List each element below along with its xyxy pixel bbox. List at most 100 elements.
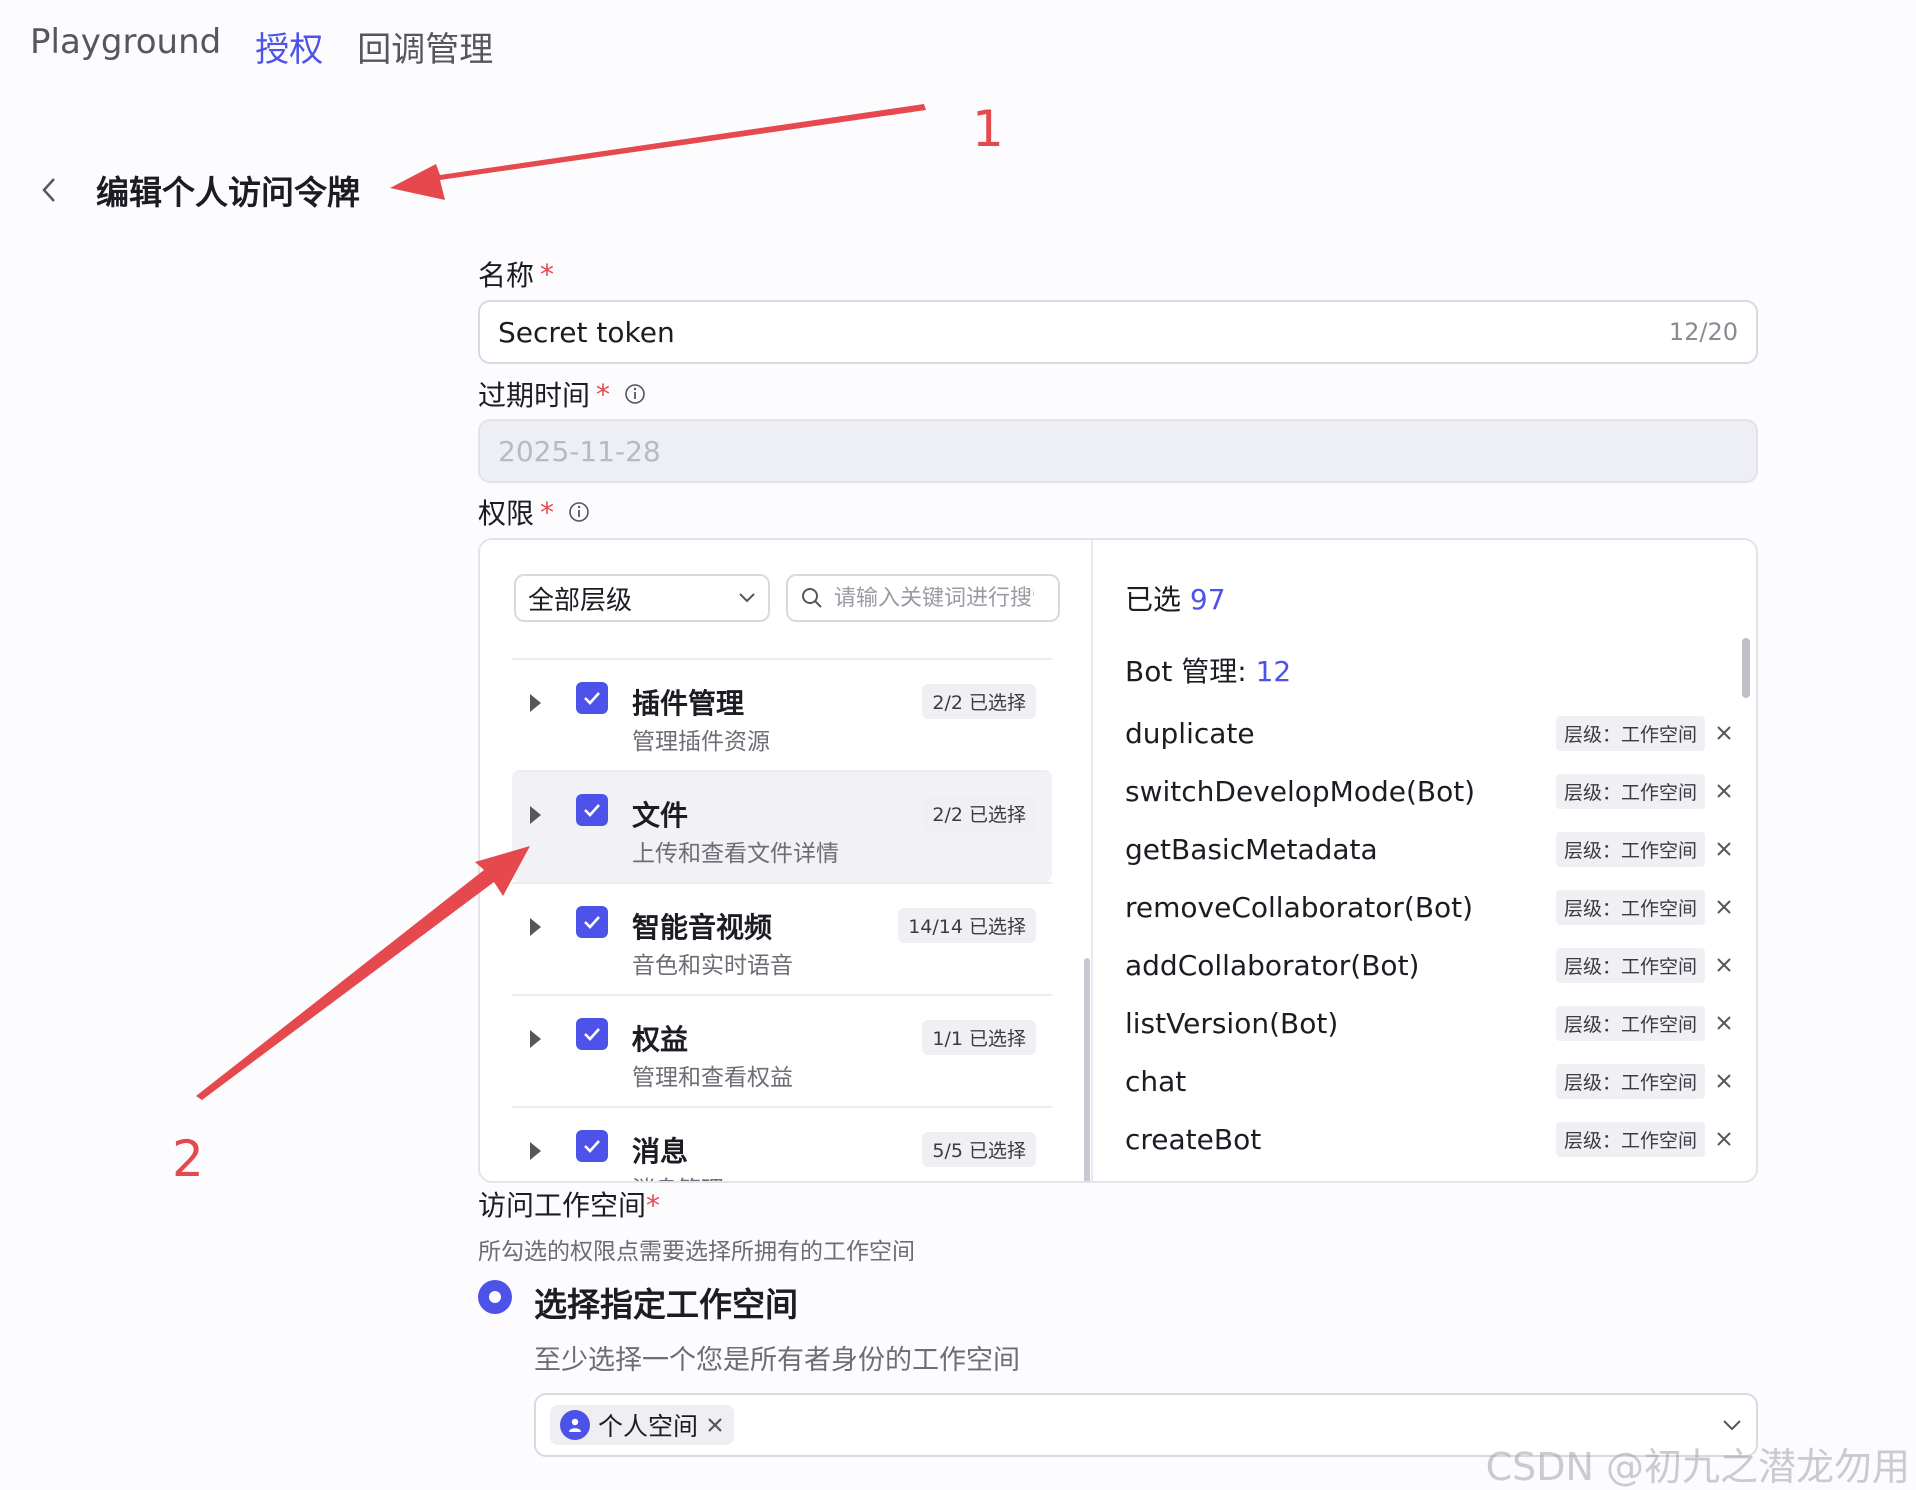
nav-tab-authorization[interactable]: 授权 (255, 22, 323, 71)
selected-permission-row: chat 层级：工作空间 (1125, 1052, 1735, 1110)
tree-item-desc: 消息管理 (632, 1170, 724, 1181)
level-tag: 层级：工作空间 (1555, 773, 1705, 809)
tree-item-desc: 音色和实时语音 (632, 953, 793, 979)
tree-item-title: 文件 (632, 799, 689, 832)
expand-caret-icon[interactable] (530, 918, 541, 936)
level-tag: 层级：工作空间 (1555, 1063, 1705, 1099)
selection-count-badge: 14/14 已选择 (898, 908, 1036, 943)
selection-count-badge: 1/1 已选择 (922, 1020, 1036, 1055)
tree-item-benefits[interactable]: 权益 管理和查看权益 1/1 已选择 (512, 994, 1052, 1106)
workspace-chip: 个人空间 (550, 1405, 735, 1445)
tree-item-desc: 上传和查看文件详情 (632, 841, 839, 867)
checkbox-checked[interactable] (576, 1130, 608, 1162)
permission-name: getBasicMetadata (1125, 832, 1378, 866)
tree-item-messages[interactable]: 消息 消息管理 5/5 已选择 (512, 1106, 1052, 1181)
level-select-value: 全部层级 (528, 585, 633, 616)
info-icon[interactable] (568, 501, 590, 523)
radio-option-help: 至少选择一个您是所有者身份的工作空间 (534, 1345, 1020, 1376)
selected-permission-row: listVersion(Bot) 层级：工作空间 (1125, 994, 1735, 1052)
permission-name: createBot (1125, 1122, 1262, 1156)
remove-permission-close-icon[interactable] (1713, 780, 1735, 802)
chevron-down-icon[interactable] (1722, 1418, 1742, 1432)
required-mark: * (646, 1189, 661, 1222)
workspace-help: 所勾选的权限点需要选择所拥有的工作空间 (478, 1239, 915, 1265)
selected-permission-row: addCollaborator(Bot) 层级：工作空间 (1125, 936, 1735, 994)
permissions-label: 权限 * (478, 492, 590, 532)
level-select[interactable]: 全部层级 (514, 574, 770, 622)
remove-permission-close-icon[interactable] (1713, 954, 1735, 976)
checkbox-checked[interactable] (576, 1018, 608, 1050)
nav-tab-playground[interactable]: Playground (30, 22, 221, 71)
permission-name: duplicate (1125, 716, 1255, 750)
annotation-number-1: 1 (972, 100, 1004, 158)
level-tag: 层级：工作空间 (1555, 1121, 1705, 1157)
info-icon[interactable] (624, 383, 646, 405)
page-title: 编辑个人访问令牌 (96, 173, 360, 212)
user-avatar-icon (560, 1410, 590, 1440)
expiry-label-text: 过期时间 (478, 379, 591, 412)
selected-permission-row: createBot 层级：工作空间 (1125, 1110, 1735, 1168)
permission-name: addCollaborator(Bot) (1125, 948, 1420, 982)
arrow-1-icon (390, 104, 926, 200)
close-icon[interactable] (706, 1416, 724, 1434)
radio-option-label[interactable]: 选择指定工作空间 (534, 1278, 798, 1326)
tree-item-title: 权益 (632, 1023, 689, 1056)
level-tag: 层级：工作空间 (1555, 889, 1705, 925)
search-input[interactable] (834, 585, 1034, 611)
expand-caret-icon[interactable] (530, 806, 541, 824)
radio-selected[interactable] (478, 1280, 512, 1314)
level-tag: 层级：工作空间 (1555, 831, 1705, 867)
level-tag: 层级：工作空间 (1555, 715, 1705, 751)
selected-scrollbar[interactable] (1742, 638, 1750, 698)
permission-search[interactable] (786, 574, 1060, 622)
tree-item-plugin-management[interactable]: 插件管理 管理插件资源 2/2 已选择 (512, 658, 1052, 770)
workspace-chip-label: 个人空间 (598, 1412, 699, 1441)
permission-tree: 插件管理 管理插件资源 2/2 已选择 文件 上传和查看文件详情 2/2 已选择… (512, 658, 1052, 1181)
name-char-counter: 12/20 (1668, 318, 1738, 346)
expand-caret-icon[interactable] (530, 694, 541, 712)
nav-tab-callback-management[interactable]: 回调管理 (357, 22, 493, 71)
selected-label: 已选 (1125, 583, 1182, 616)
tree-item-title: 消息 (632, 1135, 689, 1168)
workspace-label: 访问工作空间* (478, 1184, 660, 1224)
tree-scrollbar[interactable] (1084, 958, 1090, 1181)
selected-permission-row: removeCollaborator(Bot) 层级：工作空间 (1125, 878, 1735, 936)
group-label: Bot 管理: (1125, 655, 1247, 688)
remove-permission-close-icon[interactable] (1713, 1012, 1735, 1034)
permission-name: switchDevelopMode(Bot) (1125, 774, 1476, 808)
remove-permission-close-icon[interactable] (1713, 722, 1735, 744)
remove-permission-close-icon[interactable] (1713, 1070, 1735, 1092)
required-mark: * (596, 377, 611, 411)
selected-permission-row: switchDevelopMode(Bot) 层级：工作空间 (1125, 762, 1735, 820)
annotation-number-2: 2 (172, 1130, 204, 1188)
selected-permission-list: duplicate 层级：工作空间 switchDevelopMode(Bot) 层级… (1125, 704, 1735, 1168)
remove-permission-close-icon[interactable] (1713, 838, 1735, 860)
checkbox-checked[interactable] (576, 906, 608, 938)
expiry-date-input: 2025-11-28 (478, 419, 1758, 483)
checkbox-checked[interactable] (576, 682, 608, 714)
expand-caret-icon[interactable] (530, 1030, 541, 1048)
selection-count-badge: 2/2 已选择 (922, 796, 1036, 831)
expand-caret-icon[interactable] (530, 1142, 541, 1160)
page-header: 编辑个人访问令牌 (34, 166, 360, 214)
selected-permissions-panel: 已选 97 Bot 管理: 12 duplicate 层级：工作空间 switchD… (1093, 540, 1756, 1181)
remove-permission-close-icon[interactable] (1713, 1128, 1735, 1150)
permission-name: chat (1125, 1064, 1187, 1098)
selected-count-heading: 已选 97 (1125, 578, 1226, 618)
checkbox-checked[interactable] (576, 794, 608, 826)
selection-count-badge: 5/5 已选择 (922, 1132, 1036, 1167)
top-nav: Playground 授权 回调管理 (30, 22, 493, 71)
remove-permission-close-icon[interactable] (1713, 896, 1735, 918)
selection-count-badge: 2/2 已选择 (922, 684, 1036, 719)
permissions-label-text: 权限 (478, 497, 535, 530)
name-label-text: 名称 (478, 259, 535, 292)
level-tag: 层级：工作空间 (1555, 947, 1705, 983)
back-chevron-icon[interactable] (34, 170, 64, 210)
tree-item-file[interactable]: 文件 上传和查看文件详情 2/2 已选择 (512, 770, 1052, 882)
tree-item-desc: 管理和查看权益 (632, 1065, 793, 1091)
chevron-down-icon (739, 593, 755, 603)
workspace-label-text: 访问工作空间 (478, 1189, 647, 1222)
tree-item-smart-av[interactable]: 智能音视频 音色和实时语音 14/14 已选择 (512, 882, 1052, 994)
name-input[interactable]: Secret token 12/20 (478, 300, 1758, 364)
expiry-label: 过期时间 * (478, 374, 646, 414)
